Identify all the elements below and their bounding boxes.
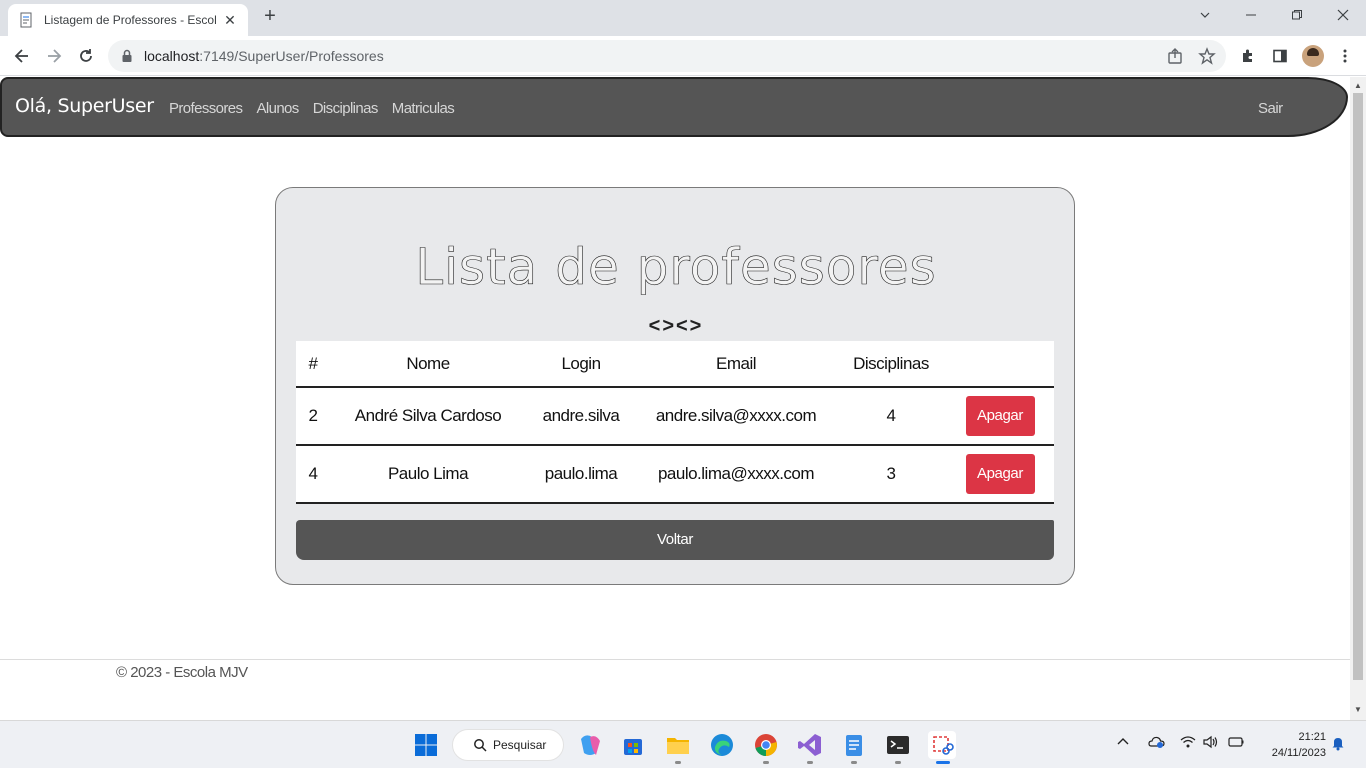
delete-button[interactable]: Apagar <box>965 454 1035 494</box>
terminal-running-indicator <box>895 761 901 764</box>
scroll-thumb[interactable] <box>1353 93 1363 680</box>
clock-date: 24/11/2023 <box>1271 747 1326 759</box>
notepad-running-indicator <box>851 761 857 764</box>
nav-link-alunos[interactable]: Alunos <box>256 100 299 117</box>
close-tab-icon[interactable]: ✕ <box>222 12 238 29</box>
snipping-active-indicator <box>936 761 950 764</box>
minimize-icon[interactable] <box>1228 0 1274 30</box>
table-row: 4 Paulo Lima paulo.lima paulo.lima@xxxx.… <box>296 445 1054 504</box>
close-window-icon[interactable] <box>1320 0 1366 30</box>
clock-time: 21:21 <box>1298 731 1326 743</box>
nav-link-matriculas[interactable]: Matriculas <box>392 100 455 117</box>
cell-disciplinas: 4 <box>836 387 946 446</box>
volume-icon[interactable] <box>1203 735 1219 749</box>
extensions-icon[interactable] <box>1236 44 1260 68</box>
header-nome: Nome <box>330 341 526 388</box>
cell-id: 4 <box>296 445 330 504</box>
forward-arrow-icon[interactable] <box>40 42 68 70</box>
cell-login: paulo.lima <box>526 445 636 504</box>
cell-disciplinas: 3 <box>836 445 946 504</box>
lock-icon <box>122 49 132 62</box>
url-host: localhost <box>144 48 200 64</box>
snipping-tool-icon[interactable] <box>928 731 956 759</box>
address-bar[interactable]: localhost:7149/SuperUser/Professores <box>108 40 1226 72</box>
windows-taskbar: Pesquisar 21:21 24/11/2023 <box>0 720 1366 768</box>
menu-dots-icon[interactable] <box>1333 44 1357 68</box>
onedrive-icon[interactable] <box>1148 735 1166 749</box>
site-navbar: Olá, SuperUser Professores Alunos Discip… <box>0 77 1348 137</box>
search-label: Pesquisar <box>493 738 547 752</box>
back-arrow-icon[interactable] <box>8 42 36 70</box>
store-icon[interactable] <box>619 731 647 759</box>
header-actions <box>946 341 1054 388</box>
scroll-down-icon[interactable]: ▼ <box>1353 705 1363 715</box>
chevron-up-icon[interactable] <box>1116 735 1130 749</box>
footer-copyright: © 2023 - Escola MJV <box>116 664 248 681</box>
page-footer: © 2023 - Escola MJV <box>0 659 1350 720</box>
delete-button[interactable]: Apagar <box>965 396 1035 436</box>
back-button[interactable]: Voltar <box>296 520 1054 560</box>
cell-login: andre.silva <box>526 387 636 446</box>
browser-tab[interactable]: Listagem de Professores - Escola MJV ✕ <box>8 4 248 36</box>
chrome-running-indicator <box>763 761 769 764</box>
taskbar-search[interactable]: Pesquisar <box>452 729 564 761</box>
restore-icon[interactable] <box>1274 0 1320 30</box>
page-icon <box>20 12 32 28</box>
header-disciplinas: Disciplinas <box>836 341 946 388</box>
brand-greeting[interactable]: Olá, SuperUser <box>15 95 154 117</box>
page-title: Lista de professores <box>415 238 937 297</box>
chrome-icon[interactable] <box>752 731 780 759</box>
copilot-icon[interactable] <box>576 731 604 759</box>
side-panel-icon[interactable] <box>1268 44 1292 68</box>
logout-link[interactable]: Sair <box>1258 100 1283 117</box>
explorer-running-indicator <box>675 761 681 764</box>
cell-email: andre.silva@xxxx.com <box>636 387 836 446</box>
cell-nome: André Silva Cardoso <box>330 387 526 446</box>
cell-email: paulo.lima@xxxx.com <box>636 445 836 504</box>
battery-icon[interactable] <box>1227 735 1245 749</box>
tab-title: Listagem de Professores - Escola MJV <box>44 13 216 27</box>
header-login: Login <box>526 341 636 388</box>
tab-search-icon[interactable] <box>1182 0 1228 30</box>
nav-link-disciplinas[interactable]: Disciplinas <box>313 100 379 117</box>
share-icon[interactable] <box>1166 47 1184 65</box>
professors-table: # Nome Login Email Disciplinas 2 André S… <box>296 341 1054 504</box>
windows-start-icon[interactable] <box>412 731 440 759</box>
vs-running-indicator <box>807 761 813 764</box>
header-email: Email <box>636 341 836 388</box>
notepad-icon[interactable] <box>840 731 868 759</box>
table-header-row: # Nome Login Email Disciplinas <box>296 341 1054 388</box>
cell-actions: Apagar <box>946 387 1054 446</box>
terminal-icon[interactable] <box>884 731 912 759</box>
cell-id: 2 <box>296 387 330 446</box>
profile-avatar[interactable] <box>1301 44 1325 68</box>
search-icon <box>474 739 487 752</box>
table-row: 2 André Silva Cardoso andre.silva andre.… <box>296 387 1054 446</box>
nav-links: Professores Alunos Disciplinas Matricula… <box>169 100 455 117</box>
new-tab-button[interactable]: + <box>258 4 282 28</box>
edge-icon[interactable] <box>708 731 736 759</box>
page-viewport: Olá, SuperUser Professores Alunos Discip… <box>0 77 1350 720</box>
bookmark-star-icon[interactable] <box>1198 47 1216 65</box>
page-scrollbar[interactable]: ▲ ▼ <box>1350 77 1366 720</box>
cell-actions: Apagar <box>946 445 1054 504</box>
title-ornament: <><> <box>648 315 704 337</box>
browser-tab-strip: Listagem de Professores - Escola MJV ✕ + <box>0 0 1366 36</box>
file-explorer-icon[interactable] <box>664 731 692 759</box>
header-id: # <box>296 341 330 388</box>
wifi-icon[interactable] <box>1180 735 1196 749</box>
cell-nome: Paulo Lima <box>330 445 526 504</box>
nav-link-professores[interactable]: Professores <box>169 100 243 117</box>
taskbar-clock[interactable]: 21:21 24/11/2023 <box>1256 729 1326 761</box>
notification-bell-icon[interactable] <box>1331 735 1345 751</box>
browser-toolbar: localhost:7149/SuperUser/Professores <box>0 36 1366 76</box>
visual-studio-icon[interactable] <box>796 731 824 759</box>
professors-card: Lista de professores <><> # Nome Login E… <box>275 187 1075 585</box>
reload-icon[interactable] <box>72 42 100 70</box>
scroll-up-icon[interactable]: ▲ <box>1353 81 1363 91</box>
url-path: :7149/SuperUser/Professores <box>199 48 384 64</box>
